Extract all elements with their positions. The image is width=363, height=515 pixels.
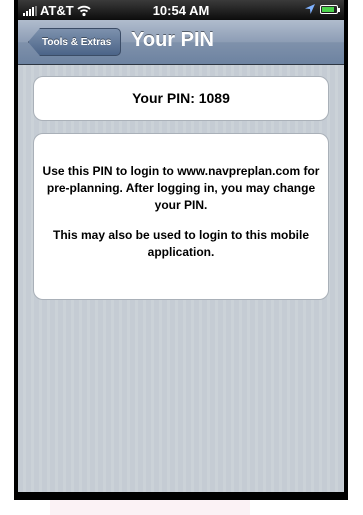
phone-frame: AT&T 10:54 AM Tools & Extras Your PIN Yo…	[14, 0, 348, 500]
status-time: 10:54 AM	[152, 3, 210, 18]
app-screen: AT&T 10:54 AM Tools & Extras Your PIN Yo…	[18, 0, 344, 492]
back-button[interactable]: Tools & Extras	[28, 28, 122, 56]
bottom-strip	[50, 500, 250, 515]
status-bar: AT&T 10:54 AM	[18, 0, 344, 20]
status-right	[305, 4, 340, 14]
info-card: Use this PIN to login to www.navpreplan.…	[33, 133, 329, 300]
battery-icon	[320, 4, 340, 14]
page-title: Your PIN	[131, 29, 214, 51]
pin-label: Your PIN: 1089	[132, 90, 230, 106]
pin-card: Your PIN: 1089	[33, 76, 329, 121]
navigation-bar: Tools & Extras Your PIN	[18, 20, 344, 65]
info-paragraph-login: Use this PIN to login to www.navpreplan.…	[42, 164, 320, 212]
location-arrow-icon	[305, 4, 315, 14]
info-paragraph-mobile: This may also be used to login to this m…	[52, 228, 310, 259]
